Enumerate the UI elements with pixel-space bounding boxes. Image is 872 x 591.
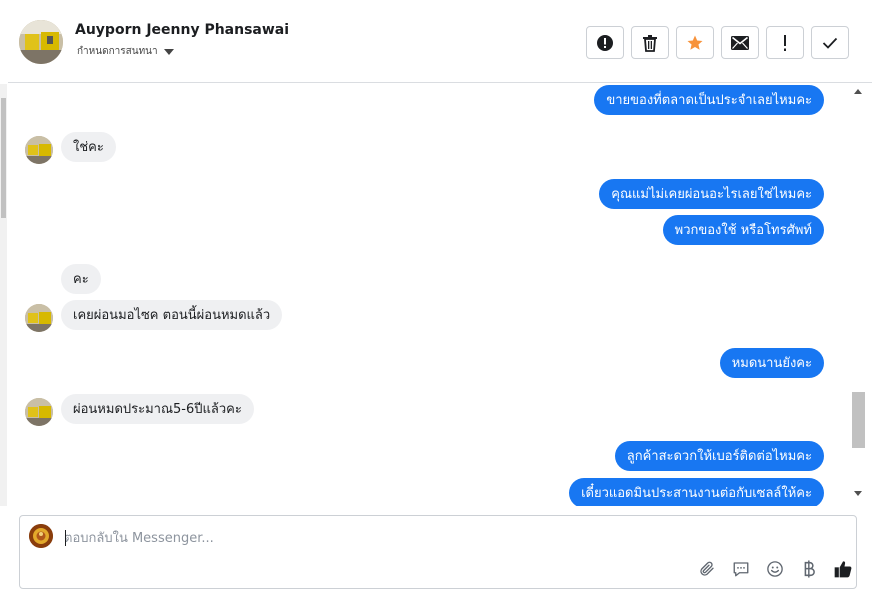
envelope-icon — [731, 35, 749, 50]
message-outgoing[interactable]: คุณแม่ไม่เคยผ่อนอะไรเลยใช่ไหมคะ — [599, 179, 824, 209]
message-incoming[interactable]: ใช่คะ — [61, 132, 116, 162]
message-incoming[interactable]: ผ่อนหมดประมาณ5-6ปีแล้วคะ — [61, 394, 254, 424]
paperclip-icon[interactable] — [697, 559, 717, 579]
saved-reply-icon[interactable] — [731, 559, 751, 579]
conversation-actions — [586, 26, 849, 59]
thread-scrollbar-thumb[interactable] — [852, 392, 865, 448]
conversation-status-dropdown[interactable]: กำหนดการสนทนา — [77, 44, 174, 59]
trash-icon — [643, 34, 657, 52]
scroll-up-arrow-icon[interactable] — [854, 89, 862, 94]
thread-scrollbar[interactable] — [851, 84, 866, 506]
emoji-icon[interactable] — [765, 559, 785, 579]
conversation-header: Auyporn Jeenny Phansawai กำหนดการสนทนา — [8, 0, 872, 83]
message-outgoing[interactable]: ลูกค้าสะดวกให้เบอร์ติดต่อไหมคะ — [614, 441, 824, 471]
check-icon — [822, 37, 838, 49]
mark-unread-button[interactable] — [721, 26, 759, 59]
message-thread[interactable]: ขายของที่ตลาดเป็นประจำเลยไหมคะ ใช่คะ คุณ… — [8, 84, 850, 506]
done-button[interactable] — [811, 26, 849, 59]
star-button[interactable] — [676, 26, 714, 59]
message-outgoing[interactable]: เดี๋ยวแอดมินประสานงานต่อกับเซลล์ให้คะ — [569, 478, 824, 506]
composer-tools — [697, 559, 853, 579]
alert-circle-icon — [597, 34, 613, 51]
reply-input[interactable] — [64, 528, 824, 548]
scroll-down-arrow-icon[interactable] — [854, 491, 862, 496]
page-scrollbar-thumb[interactable] — [1, 98, 6, 218]
message-outgoing[interactable]: ขายของที่ตลาดเป็นประจำเลยไหมคะ — [594, 85, 824, 115]
message-outgoing[interactable]: พวกของใช้ หรือโทรศัพท์ — [662, 215, 824, 245]
text-cursor — [65, 530, 66, 546]
contact-name[interactable]: Auyporn Jeenny Phansawai — [75, 22, 289, 38]
sender-avatar[interactable] — [25, 304, 53, 332]
reply-composer — [19, 515, 857, 589]
sender-avatar[interactable] — [25, 136, 53, 164]
page-scrollbar[interactable] — [0, 84, 7, 506]
baht-icon[interactable] — [799, 559, 819, 579]
message-incoming[interactable]: เคยผ่อนมอไซค ตอนนี้ผ่อนหมดแล้ว — [61, 300, 283, 330]
sender-avatar[interactable] — [25, 398, 53, 426]
exclamation-icon — [784, 34, 786, 51]
chevron-down-icon — [163, 49, 174, 55]
message-incoming[interactable]: คะ — [61, 264, 101, 294]
page-avatar — [29, 524, 53, 548]
thumbs-up-icon[interactable] — [833, 559, 853, 579]
delete-button[interactable] — [631, 26, 669, 59]
conversation-status-label: กำหนดการสนทนา — [77, 46, 158, 57]
message-outgoing[interactable]: หมดนานยังคะ — [719, 348, 824, 378]
spam-button[interactable] — [766, 26, 804, 59]
contact-avatar[interactable] — [19, 20, 63, 64]
report-button[interactable] — [586, 26, 624, 59]
star-icon — [687, 35, 703, 50]
